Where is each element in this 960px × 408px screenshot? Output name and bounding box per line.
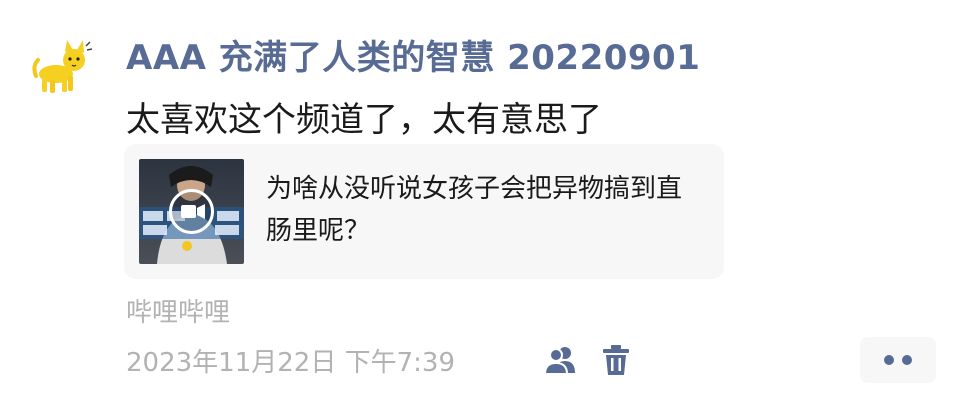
yellow-cat-avatar-icon xyxy=(32,40,93,93)
moments-post: AAA 充满了人类的智慧 20220901 太喜欢这个频道了，太有意思了 为啥从… xyxy=(0,0,960,408)
link-card-title: 为啥从没听说女孩子会把异物搞到直肠里呢？ xyxy=(266,174,683,246)
video-thumbnail xyxy=(139,159,244,264)
avatar[interactable] xyxy=(30,38,94,94)
more-dots-icon xyxy=(884,355,894,365)
visibility-button[interactable] xyxy=(543,343,578,377)
delete-button[interactable] xyxy=(599,343,633,377)
shared-link-card[interactable]: 为啥从没听说女孩子会把异物搞到直肠里呢？ xyxy=(124,144,724,279)
source-label[interactable]: 哔哩哔哩 xyxy=(126,292,230,329)
more-actions-button[interactable] xyxy=(860,337,936,383)
post-text: 太喜欢这个频道了，太有意思了 xyxy=(126,100,602,140)
trash-icon xyxy=(603,345,629,375)
author-name[interactable]: AAA 充满了人类的智慧 20220901 xyxy=(126,30,700,79)
people-icon xyxy=(543,347,575,375)
video-play-icon[interactable] xyxy=(139,159,244,264)
post-timestamp: 2023年11月22日 下午7:39 xyxy=(126,348,455,378)
